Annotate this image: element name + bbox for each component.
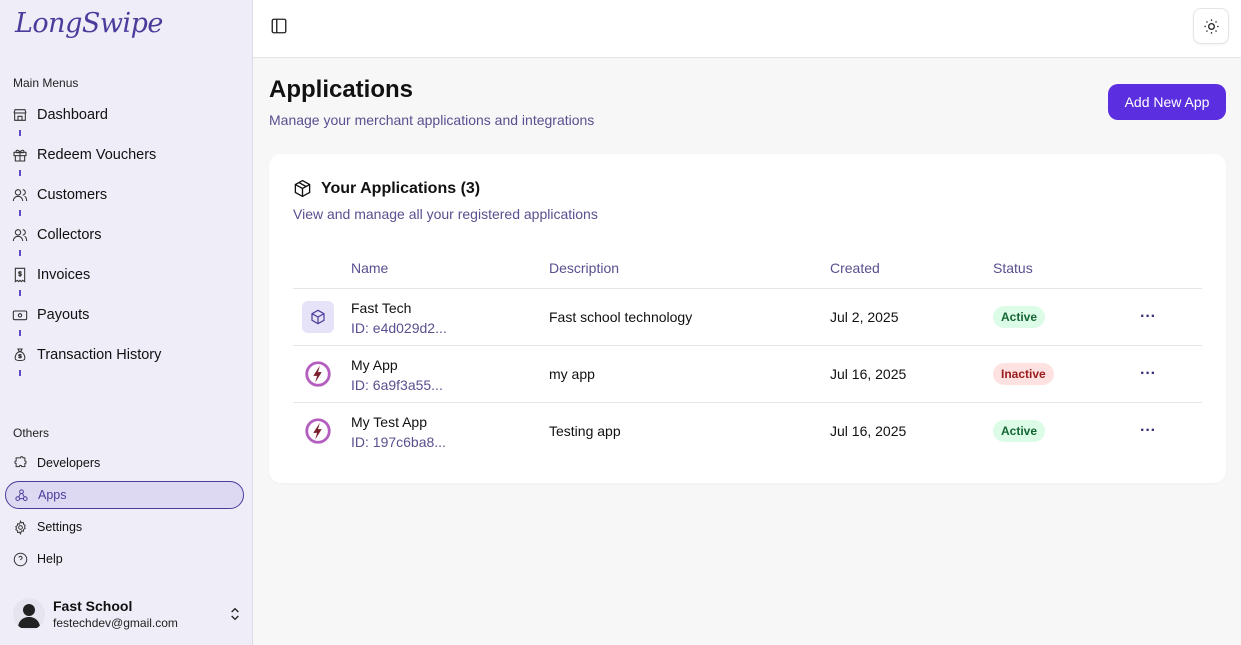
sidebar-item-label: Dashboard xyxy=(37,107,108,123)
lightning-logo-icon xyxy=(305,418,331,444)
app-id: ID: 197c6ba8... xyxy=(351,434,446,450)
more-actions-icon[interactable]: ··· xyxy=(1139,307,1157,327)
user-account-switcher[interactable]: Fast School festechdev@gmail.com xyxy=(13,596,243,632)
app-icon xyxy=(302,358,334,390)
menu-connector xyxy=(19,170,21,176)
sidebar-toggle-icon[interactable] xyxy=(270,17,288,35)
status-badge: Inactive xyxy=(993,363,1054,385)
app-name[interactable]: My Test App xyxy=(351,414,427,430)
user-avatar-icon xyxy=(18,604,40,628)
sidebar-item-apps[interactable]: Apps xyxy=(5,481,244,509)
sidebar-item-label: Developers xyxy=(37,456,101,470)
app-name[interactable]: Fast Tech xyxy=(351,300,411,316)
sidebar-item-label: Settings xyxy=(37,520,83,534)
webhook-icon xyxy=(14,488,29,503)
app-id: ID: 6a9f3a55... xyxy=(351,377,443,393)
menu-connector xyxy=(19,130,21,136)
app-icon xyxy=(302,301,334,333)
column-header-name[interactable]: Name xyxy=(351,260,388,276)
column-header-description[interactable]: Description xyxy=(549,260,619,276)
sidebar-item-label: Transaction History xyxy=(37,347,162,363)
column-header-created[interactable]: Created xyxy=(830,260,880,276)
more-actions-icon[interactable]: ··· xyxy=(1139,364,1157,384)
app-created-date: Jul 16, 2025 xyxy=(830,423,907,439)
sidebar-item-label: Help xyxy=(37,552,63,566)
sidebar-item-label: Customers xyxy=(37,187,108,203)
sidebar-item-dashboard[interactable]: Dashboard xyxy=(0,101,253,129)
sidebar-item-invoices[interactable]: Invoices xyxy=(0,261,253,289)
sidebar-item-transaction-history[interactable]: Transaction History xyxy=(0,341,253,369)
sidebar-item-label: Redeem Vouchers xyxy=(37,147,157,163)
store-icon xyxy=(12,107,28,123)
sidebar-item-customers[interactable]: Customers xyxy=(0,181,253,209)
menu-connector xyxy=(19,370,21,376)
money-bag-icon xyxy=(12,347,28,363)
table-row[interactable]: Fast Tech ID: e4d029d2... Fast school te… xyxy=(293,288,1202,345)
card-title: Your Applications (3) xyxy=(293,179,480,198)
sidebar-item-developers[interactable]: Developers xyxy=(0,450,253,476)
status-badge: Active xyxy=(993,306,1046,328)
card-subtitle: View and manage all your registered appl… xyxy=(293,206,598,222)
app-description: Fast school technology xyxy=(549,309,693,325)
status-badge: Active xyxy=(993,420,1046,442)
menu-connector xyxy=(19,250,21,256)
table-row[interactable]: My Test App ID: 197c6ba8... Testing app … xyxy=(293,402,1202,459)
sidebar-item-label: Invoices xyxy=(37,267,91,283)
others-label: Others xyxy=(13,426,50,440)
app-created-date: Jul 16, 2025 xyxy=(830,366,907,382)
users-icon xyxy=(12,187,28,203)
gift-icon xyxy=(12,147,28,163)
puzzle-icon xyxy=(13,455,28,471)
app-description: Testing app xyxy=(549,423,621,439)
wallet-icon xyxy=(12,307,28,323)
add-new-app-button[interactable]: Add New App xyxy=(1108,84,1226,120)
sidebar-item-label: Apps xyxy=(38,488,67,502)
top-bar xyxy=(253,0,1241,58)
receipt-icon xyxy=(12,267,28,283)
user-name: Fast School xyxy=(53,598,133,614)
more-actions-icon[interactable]: ··· xyxy=(1139,421,1157,441)
lightning-logo-icon xyxy=(305,361,331,387)
chevrons-up-down-icon[interactable] xyxy=(227,606,243,622)
app-id: ID: e4d029d2... xyxy=(351,320,447,336)
app-icon xyxy=(302,415,334,447)
column-header-status[interactable]: Status xyxy=(993,260,1033,276)
users-icon xyxy=(12,227,28,243)
card-title-text: Your Applications (3) xyxy=(321,179,481,197)
sidebar-item-label: Payouts xyxy=(37,307,90,323)
applications-card: Your Applications (3) View and manage al… xyxy=(269,154,1226,483)
app-created-date: Jul 2, 2025 xyxy=(830,309,899,325)
menu-connector xyxy=(19,210,21,216)
gear-icon xyxy=(13,519,28,535)
user-email: festechdev@gmail.com xyxy=(53,616,178,630)
theme-toggle-button[interactable] xyxy=(1193,8,1229,44)
page-subtitle: Manage your merchant applications and in… xyxy=(269,112,595,128)
app-description: my app xyxy=(549,366,595,382)
page-title: Applications xyxy=(269,76,414,103)
sidebar-item-help[interactable]: Help xyxy=(0,546,253,572)
avatar xyxy=(13,598,45,630)
table-row[interactable]: My App ID: 6a9f3a55... my app Jul 16, 20… xyxy=(293,345,1202,402)
help-circle-icon xyxy=(13,552,28,567)
main-menus-label: Main Menus xyxy=(13,76,79,90)
sidebar-item-collectors[interactable]: Collectors xyxy=(0,221,253,249)
package-icon xyxy=(294,179,311,198)
app-name[interactable]: My App xyxy=(351,357,398,373)
menu-connector xyxy=(19,330,21,336)
sidebar: LongSwipe Main Menus Dashboard Redeem Vo… xyxy=(0,0,253,645)
package-icon xyxy=(311,309,325,325)
sidebar-item-settings[interactable]: Settings xyxy=(0,514,253,540)
menu-connector xyxy=(19,290,21,296)
brand-logo[interactable]: LongSwipe xyxy=(15,8,163,39)
sidebar-item-label: Collectors xyxy=(37,227,102,243)
sidebar-item-redeem-vouchers[interactable]: Redeem Vouchers xyxy=(0,141,253,169)
sidebar-item-payouts[interactable]: Payouts xyxy=(0,301,253,329)
sun-icon xyxy=(1203,18,1219,34)
